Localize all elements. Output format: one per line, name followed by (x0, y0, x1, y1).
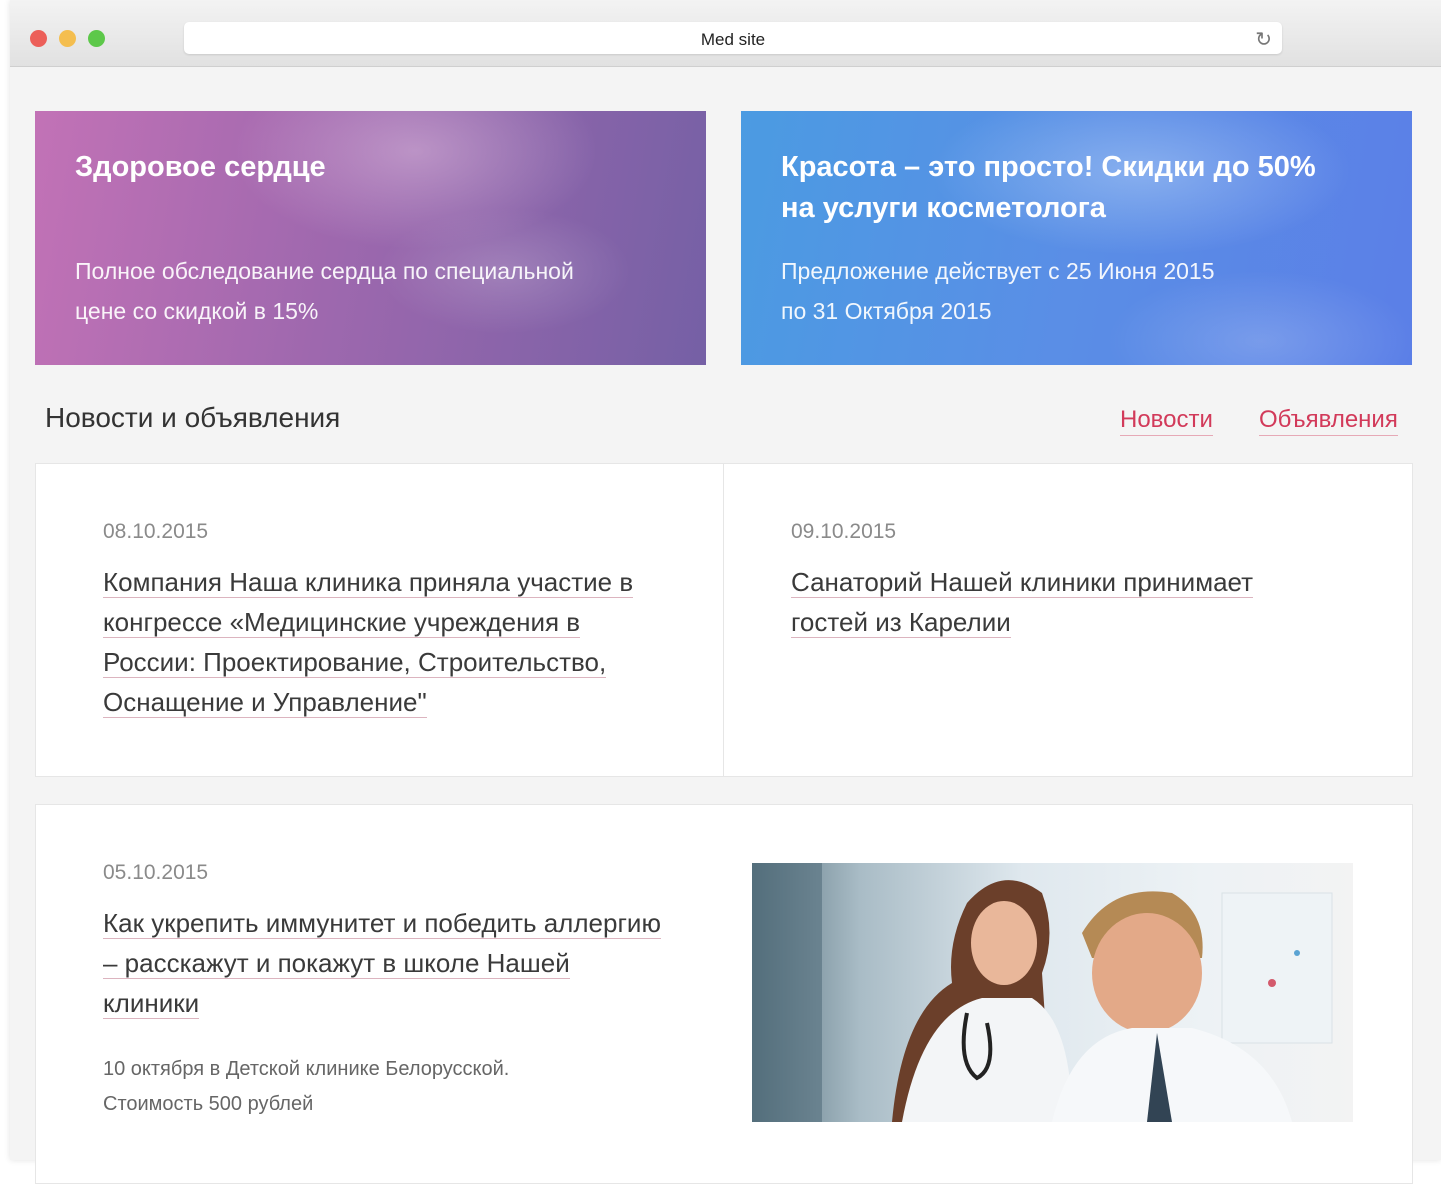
section-title: Новости и объявления (45, 402, 341, 433)
headline-line: Как укрепить иммунитет и победить аллерг… (103, 908, 661, 939)
banner-description: Полное обследование сердца по специально… (75, 251, 574, 331)
banner-beauty-discount[interactable]: Красота – это просто! Скидки до 50% на у… (741, 111, 1412, 365)
headline-line: конгрессе «Медицинские учреждения в (103, 607, 581, 638)
news-date: 09.10.2015 (791, 520, 897, 543)
banner-line: Полное обследование сердца по специально… (75, 258, 574, 284)
headline-line: Оснащение и Управление" (103, 687, 427, 718)
doctors-illustration (752, 863, 1333, 1122)
note-line: 10 октября в Детской клинике Белорусской… (103, 1058, 510, 1080)
divider (723, 464, 724, 776)
news-photo-doctors[interactable] (752, 863, 1353, 1122)
banner-title: Здоровое сердце (75, 151, 326, 183)
reload-icon[interactable]: ↻ (1255, 27, 1272, 52)
headline-line: гостей из Карелии (791, 607, 1011, 638)
address-bar[interactable]: Med site ↻ (184, 22, 1282, 54)
headline-line: клиники (103, 988, 200, 1019)
headline-line: – расскажут и покажут в школе Нашей (103, 948, 570, 979)
banner-healthy-heart[interactable]: Здоровое сердце Полное обследование серд… (35, 111, 706, 365)
note-line: Стоимость 500 рублей (103, 1093, 314, 1115)
banner-description: Предложение действует с 25 Июня 2015 по … (781, 251, 1215, 331)
banner-title: Красота – это просто! Скидки до 50% на у… (781, 147, 1372, 229)
page-title: Med site (700, 30, 766, 49)
close-window-button[interactable] (30, 30, 47, 47)
maximize-window-button[interactable] (88, 30, 105, 47)
banner-line: Предложение действует с 25 Июня 2015 (781, 258, 1215, 284)
banner-title-line: Красота – это просто! Скидки до 50% (781, 151, 1316, 183)
tab-news[interactable]: Новости (1120, 406, 1213, 436)
banner-title-line: на услуги косметолога (781, 192, 1106, 224)
news-date: 08.10.2015 (103, 520, 209, 543)
news-headline-link[interactable]: Как укрепить иммунитет и победить аллерг… (103, 903, 661, 1023)
title-bar: Med site ↻ (10, 0, 1441, 67)
tab-announcements[interactable]: Объявления (1259, 406, 1398, 436)
minimize-window-button[interactable] (59, 30, 76, 47)
banner-line: цене со скидкой в 15% (75, 298, 319, 324)
news-date: 05.10.2015 (103, 861, 209, 884)
news-note: 10 октября в Детской клинике Белорусской… (103, 1052, 509, 1122)
headline-line: Санаторий Нашей клиники принимает (791, 567, 1254, 598)
news-headline-link[interactable]: Компания Наша клиника приняла участие в … (103, 562, 634, 722)
headline-line: России: Проектирование, Строительство, (103, 647, 607, 678)
news-headline-link[interactable]: Санаторий Нашей клиники принимает гостей… (791, 562, 1254, 642)
banner-line: по 31 Октября 2015 (781, 298, 992, 324)
headline-line: Компания Наша клиника приняла участие в (103, 567, 634, 598)
